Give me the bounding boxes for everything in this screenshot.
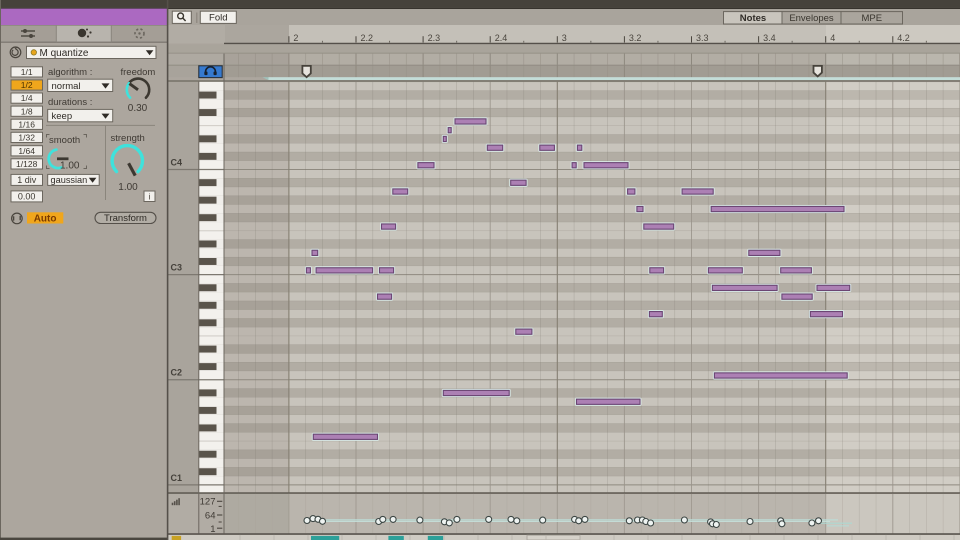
svg-text:127: 127 <box>200 497 216 508</box>
svg-text:1/64: 1/64 <box>18 146 35 156</box>
svg-text:1: 1 <box>210 524 215 535</box>
svg-text:64: 64 <box>205 510 216 521</box>
svg-text:Auto: Auto <box>34 213 57 224</box>
svg-text:smooth: smooth <box>49 135 80 146</box>
svg-text:algorithm :: algorithm : <box>48 67 92 78</box>
svg-text:1/32: 1/32 <box>18 133 35 143</box>
svg-text:1.00: 1.00 <box>118 182 138 193</box>
svg-text:3: 3 <box>562 33 567 43</box>
svg-text:1/128: 1/128 <box>16 159 38 169</box>
svg-text:3.2: 3.2 <box>629 33 642 43</box>
svg-text:2.3: 2.3 <box>428 33 441 43</box>
svg-text:1/2: 1/2 <box>21 80 33 90</box>
svg-text:keep: keep <box>52 111 73 122</box>
svg-text:2.2: 2.2 <box>361 33 374 43</box>
svg-text:normal: normal <box>52 81 81 92</box>
svg-text:0.30: 0.30 <box>128 103 148 114</box>
svg-text:i: i <box>149 192 151 201</box>
svg-text:3.3: 3.3 <box>696 33 709 43</box>
svg-text:C1: C1 <box>171 473 183 483</box>
svg-text:gaussian: gaussian <box>51 175 88 185</box>
svg-text:MPE: MPE <box>862 13 883 24</box>
svg-text:C2: C2 <box>171 368 183 378</box>
svg-text:4.2: 4.2 <box>897 33 910 43</box>
svg-text:M quantize: M quantize <box>40 48 89 59</box>
svg-text:2.4: 2.4 <box>495 33 508 43</box>
svg-text:4: 4 <box>830 33 835 43</box>
svg-text:1/1: 1/1 <box>21 67 33 77</box>
svg-text:1/8: 1/8 <box>21 106 33 116</box>
svg-text:3.4: 3.4 <box>763 33 776 43</box>
svg-text:Notes: Notes <box>740 13 766 24</box>
svg-text:0.00: 0.00 <box>18 192 36 202</box>
svg-text:durations :: durations : <box>48 97 92 108</box>
svg-text:1/16: 1/16 <box>18 119 35 129</box>
svg-text:strength: strength <box>111 133 145 144</box>
svg-text:2: 2 <box>293 33 298 43</box>
svg-text:C3: C3 <box>171 263 183 273</box>
svg-text:1/4: 1/4 <box>21 93 33 103</box>
svg-text:freedom: freedom <box>121 67 156 78</box>
svg-text:Envelopes: Envelopes <box>789 13 834 24</box>
svg-text:1 div: 1 div <box>17 175 37 185</box>
svg-text:1.00: 1.00 <box>60 161 80 172</box>
svg-text:Fold: Fold <box>209 12 227 23</box>
svg-text:Transform: Transform <box>104 213 147 224</box>
svg-text:C4: C4 <box>171 158 183 168</box>
